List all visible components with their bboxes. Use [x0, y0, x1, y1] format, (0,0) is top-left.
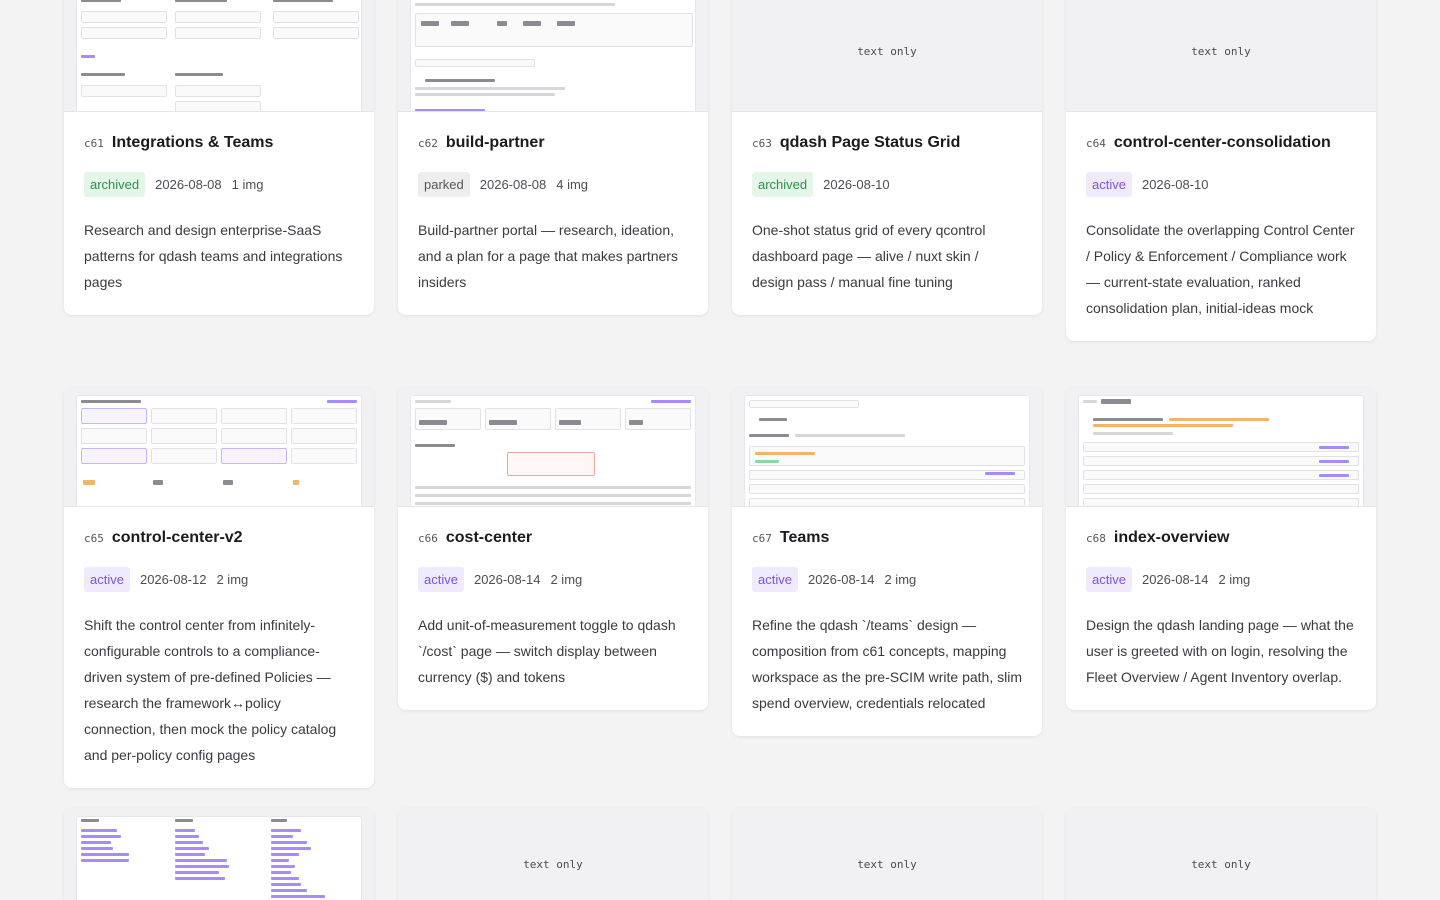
- card-title[interactable]: Integrations & Teams: [112, 134, 274, 152]
- image-count: 2 img: [1218, 572, 1251, 587]
- project-card-c68[interactable]: c68 index-overview active 2026-08-14 2 i…: [1066, 387, 1376, 710]
- project-card-c66[interactable]: c66 cost-center active 2026-08-14 2 img …: [398, 387, 708, 710]
- project-card-partial[interactable]: text only: [732, 808, 1042, 900]
- card-thumbnail: [732, 387, 1042, 507]
- card-thumbnail-text-only: text only: [398, 808, 708, 900]
- card-description: Consolidate the overlapping Control Cent…: [1086, 222, 1355, 316]
- card-code: c67: [752, 532, 772, 545]
- card-description: Build-partner portal — research, ideatio…: [418, 222, 678, 290]
- image-count: 2 img: [216, 572, 249, 587]
- project-card-partial[interactable]: text only: [398, 808, 708, 900]
- status-badge: active: [1086, 172, 1132, 197]
- card-code: c64: [1086, 137, 1106, 150]
- project-card-c67[interactable]: c67 Teams active 2026-08-14 2 img Refine…: [732, 387, 1042, 736]
- project-card-c61[interactable]: c61 Integrations & Teams archived 2026-0…: [64, 0, 374, 315]
- project-card-c63[interactable]: text only c63 qdash Page Status Grid arc…: [732, 0, 1042, 315]
- card-thumbnail-text-only: text only: [732, 0, 1042, 112]
- card-thumbnail-text-only: text only: [732, 808, 1042, 900]
- project-card-c65[interactable]: c65 control-center-v2 active 2026-08-12 …: [64, 387, 374, 788]
- card-description: Design the qdash landing page — what the…: [1086, 617, 1354, 685]
- image-count: 4 img: [556, 177, 589, 192]
- status-badge: active: [418, 567, 464, 592]
- card-thumbnail: [1066, 387, 1376, 507]
- status-badge: archived: [752, 172, 814, 197]
- card-code: c68: [1086, 532, 1106, 545]
- image-count: 2 img: [884, 572, 917, 587]
- card-code: c62: [418, 137, 438, 150]
- project-card-c62[interactable]: c62 build-partner parked 2026-08-08 4 im…: [398, 0, 708, 315]
- card-thumbnail-text-only: text only: [1066, 0, 1376, 112]
- project-card-c64[interactable]: text only c64 control-center-consolidati…: [1066, 0, 1376, 341]
- card-code: c65: [84, 532, 104, 545]
- status-badge: archived: [84, 172, 146, 197]
- card-title[interactable]: control-center-consolidation: [1114, 134, 1331, 152]
- card-date: 2026-08-08: [479, 177, 547, 192]
- card-description: One-shot status grid of every qcontrol d…: [752, 222, 986, 290]
- image-count: 2 img: [550, 572, 583, 587]
- card-thumbnail: [398, 0, 708, 112]
- card-thumbnail: [64, 808, 374, 900]
- card-date: 2026-08-10: [1141, 177, 1209, 192]
- card-title[interactable]: cost-center: [446, 529, 532, 547]
- project-card-partial[interactable]: [64, 808, 374, 900]
- card-description: Refine the qdash `/teams` design — compo…: [752, 617, 1022, 711]
- card-thumbnail-text-only: text only: [1066, 808, 1376, 900]
- card-date: 2026-08-10: [823, 177, 890, 192]
- card-code: c66: [418, 532, 438, 545]
- card-thumbnail: [64, 387, 374, 507]
- card-date: 2026-08-14: [807, 572, 875, 587]
- card-title[interactable]: control-center-v2: [112, 529, 243, 547]
- status-badge: parked: [418, 172, 470, 197]
- card-thumbnail: [64, 0, 374, 112]
- card-description: Add unit-of-measurement toggle to qdash …: [418, 617, 676, 685]
- status-badge: active: [752, 567, 798, 592]
- card-title[interactable]: build-partner: [446, 134, 545, 152]
- card-description: Research and design enterprise-SaaS patt…: [84, 222, 343, 290]
- card-code: c61: [84, 137, 104, 150]
- card-title[interactable]: qdash Page Status Grid: [780, 134, 960, 152]
- card-date: 2026-08-08: [155, 177, 222, 192]
- card-title[interactable]: index-overview: [1114, 529, 1230, 547]
- card-date: 2026-08-14: [1141, 572, 1209, 587]
- card-description: Shift the control center from infinitely…: [84, 617, 337, 763]
- status-badge: active: [1086, 567, 1132, 592]
- status-badge: active: [84, 567, 130, 592]
- image-count: 1 img: [231, 177, 264, 192]
- card-thumbnail: [398, 387, 708, 507]
- card-code: c63: [752, 137, 772, 150]
- card-date: 2026-08-14: [473, 572, 541, 587]
- card-date: 2026-08-12: [139, 572, 207, 587]
- project-card-partial[interactable]: text only: [1066, 808, 1376, 900]
- card-title[interactable]: Teams: [780, 529, 830, 547]
